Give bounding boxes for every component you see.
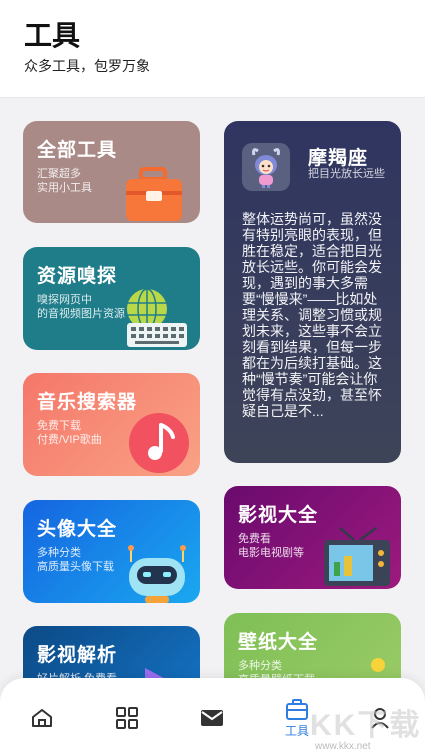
- card-title: 影视解析: [37, 645, 118, 666]
- card-resource-sniffer[interactable]: 资源嗅探 嗅探网页中 的音视频图片资源: [23, 247, 200, 350]
- card-title: 全部工具: [37, 140, 118, 161]
- card-title: 资源嗅探: [37, 266, 118, 287]
- card-title: 头像大全: [37, 519, 118, 540]
- watermark-logo: KK下载: [310, 709, 422, 742]
- card-video-collection[interactable]: 影视大全 免费看 电影电视剧等: [224, 486, 401, 589]
- toolbox-icon: [126, 167, 182, 221]
- watermark-url: www.kkx.net: [315, 741, 371, 752]
- page-title: 工具: [24, 20, 81, 51]
- horoscope-title: 摩羯座: [308, 148, 369, 169]
- robot-icon: [128, 545, 186, 603]
- card-avatar-gallery[interactable]: 头像大全 多种分类 高质量头像下载: [23, 500, 200, 603]
- tab-category[interactable]: [109, 700, 145, 736]
- card-horoscope[interactable]: 摩羯座 把目光放长远些 整体运势尚可，虽然没有特别亮眼的表现，但胜在稳定，适合把…: [224, 121, 401, 463]
- horoscope-body: 整体运势尚可，虽然没有特别亮眼的表现，但胜在稳定，适合把目光放长远些。你可能会发…: [242, 211, 382, 419]
- globe-keyboard-icon: [127, 288, 187, 347]
- tv-icon: [324, 527, 390, 586]
- tab-messages[interactable]: [194, 700, 230, 736]
- card-all-tools[interactable]: 全部工具 汇聚超多 实用小工具: [23, 121, 200, 223]
- capricorn-icon: [242, 143, 290, 191]
- card-title: 影视大全: [238, 505, 319, 526]
- card-title: 音乐搜索器: [37, 392, 138, 413]
- home-icon: [32, 709, 52, 727]
- tab-home[interactable]: [24, 700, 60, 736]
- tab-tools-label: 工具: [284, 724, 310, 738]
- card-title: 壁纸大全: [238, 632, 319, 653]
- music-note-icon: [129, 413, 189, 473]
- page-subtitle: 众多工具，包罗万象: [24, 58, 150, 74]
- page-header: 工具 众多工具，包罗万象: [0, 0, 425, 98]
- mail-icon: [201, 710, 223, 726]
- horoscope-subtitle: 把目光放长远些: [308, 168, 385, 180]
- grid-icon: [116, 707, 138, 729]
- toolbox-tab-icon: [286, 699, 308, 720]
- card-music-search[interactable]: 音乐搜索器 免费下载 付费/VIP歌曲: [23, 373, 200, 476]
